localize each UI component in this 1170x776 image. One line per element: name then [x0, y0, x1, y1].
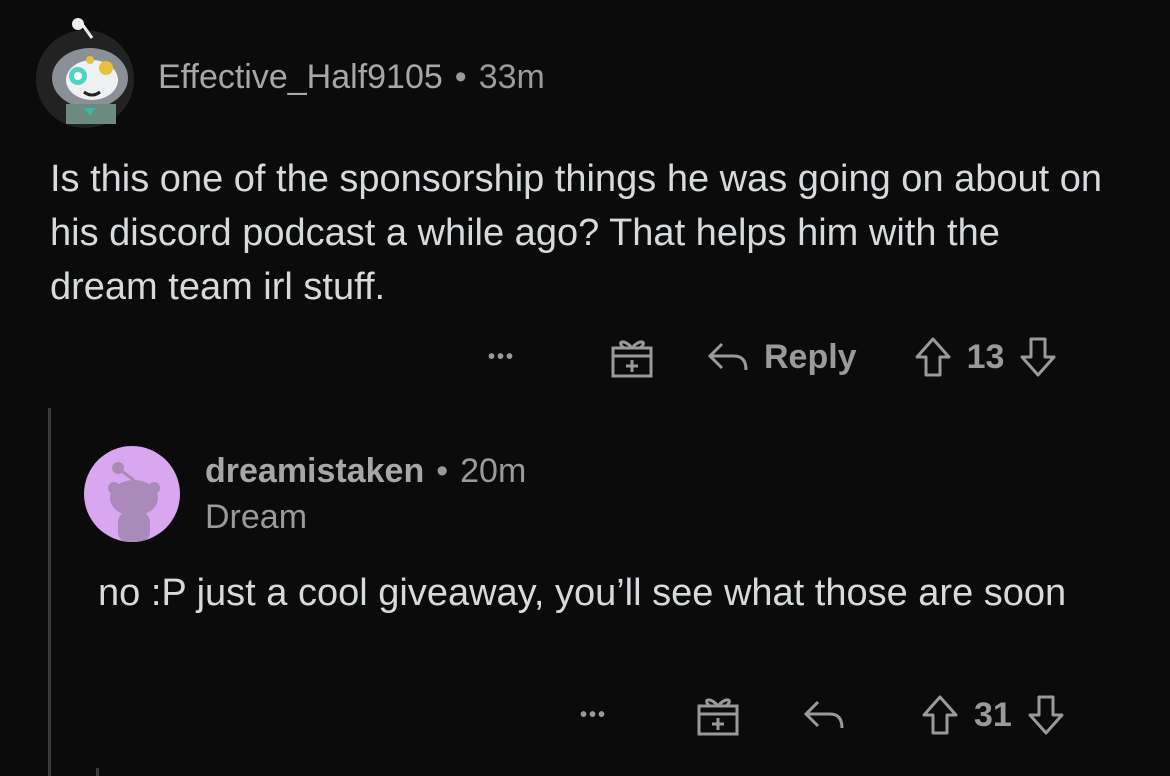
user-flair: Dream	[205, 498, 308, 536]
snoo-avatar-icon	[36, 18, 134, 126]
timestamp: 20m	[460, 452, 527, 490]
comment-actions: ••• Reply 13	[488, 332, 1058, 382]
reply-icon[interactable]	[706, 340, 750, 374]
username[interactable]: Effective_Half9105	[158, 58, 443, 96]
award-icon[interactable]	[610, 336, 654, 378]
reply-icon[interactable]	[802, 698, 846, 732]
thread-line[interactable]	[96, 768, 99, 776]
snoo-avatar-icon	[108, 462, 160, 542]
downvote-icon[interactable]	[1018, 336, 1058, 378]
award-icon[interactable]	[696, 694, 740, 736]
downvote-icon[interactable]	[1026, 694, 1066, 736]
avatar[interactable]	[36, 18, 134, 128]
meta-separator: •	[454, 58, 467, 96]
vote-score: 31	[974, 695, 1012, 734]
reply-button[interactable]: Reply	[764, 338, 857, 377]
comment-meta: Effective_Half9105 • 33m	[158, 58, 545, 97]
comment-body: Is this one of the sponsorship things he…	[50, 158, 1103, 308]
more-icon[interactable]: •••	[488, 346, 558, 369]
avatar[interactable]	[84, 446, 180, 542]
upvote-icon[interactable]	[913, 336, 953, 378]
more-icon[interactable]: •••	[580, 704, 650, 727]
comment-actions: ••• 31	[580, 690, 1066, 740]
thread-line[interactable]	[48, 408, 51, 776]
vote-score: 13	[966, 337, 1005, 376]
meta-separator: •	[436, 452, 449, 490]
timestamp: 33m	[478, 58, 545, 96]
username[interactable]: dreamistaken	[205, 452, 424, 490]
upvote-icon[interactable]	[920, 694, 960, 736]
comment-meta: dreamistaken • 20m	[205, 452, 526, 491]
comment-body: no :P just a cool giveaway, you’ll see w…	[98, 572, 1067, 614]
